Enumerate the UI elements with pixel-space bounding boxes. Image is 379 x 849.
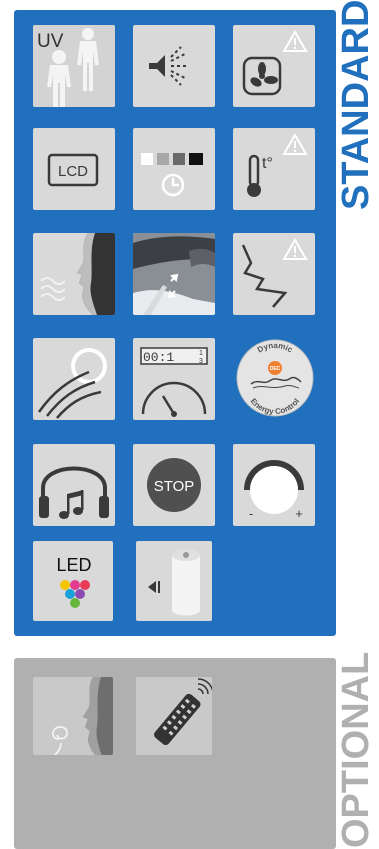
svg-text:t°: t°: [262, 155, 273, 172]
temperature-warning-icon: t°: [233, 128, 315, 210]
svg-text:LCD: LCD: [58, 163, 88, 180]
headphones-music-icon: [33, 444, 115, 526]
svg-text:LED: LED: [56, 555, 91, 575]
fan-warning-icon: [233, 25, 315, 107]
optional-label: OPTIONAL: [335, 651, 377, 848]
air-swirl-icon: [33, 338, 115, 420]
face-breeze-icon: [33, 233, 115, 315]
svg-text:DEC: DEC: [270, 366, 281, 372]
speaker-spray-icon: [133, 25, 215, 107]
volume-knob-icon: - +: [233, 444, 315, 526]
svg-text:-: -: [249, 506, 253, 521]
svg-text:+: +: [295, 506, 303, 521]
svg-text:1: 1: [199, 350, 203, 357]
dynamic-energy-control-icon: Dynamic Energy Control DEC: [233, 338, 315, 420]
crack-warning-icon: [233, 233, 315, 315]
adjustable-facial-tanner-icon: [133, 233, 215, 315]
face-aroma-icon: [33, 677, 113, 755]
stop-icon: STOP: [133, 444, 215, 526]
svg-text:STOP: STOP: [154, 478, 195, 495]
intensity-timer-icon: [133, 128, 215, 210]
standard-label: STANDARD: [335, 0, 377, 210]
remote-control-icon: [136, 677, 212, 755]
timer-gauge-icon: 00:1 1 3: [133, 338, 215, 420]
lcd-display-icon: LCD: [33, 128, 115, 210]
led-color-icon: LED: [33, 541, 113, 621]
svg-text:3: 3: [199, 358, 203, 365]
uv-body-icon: UV: [33, 25, 115, 107]
paper-roll-icon: [136, 541, 212, 621]
svg-text:UV: UV: [37, 31, 64, 52]
svg-text:00:1: 00:1: [143, 350, 174, 365]
